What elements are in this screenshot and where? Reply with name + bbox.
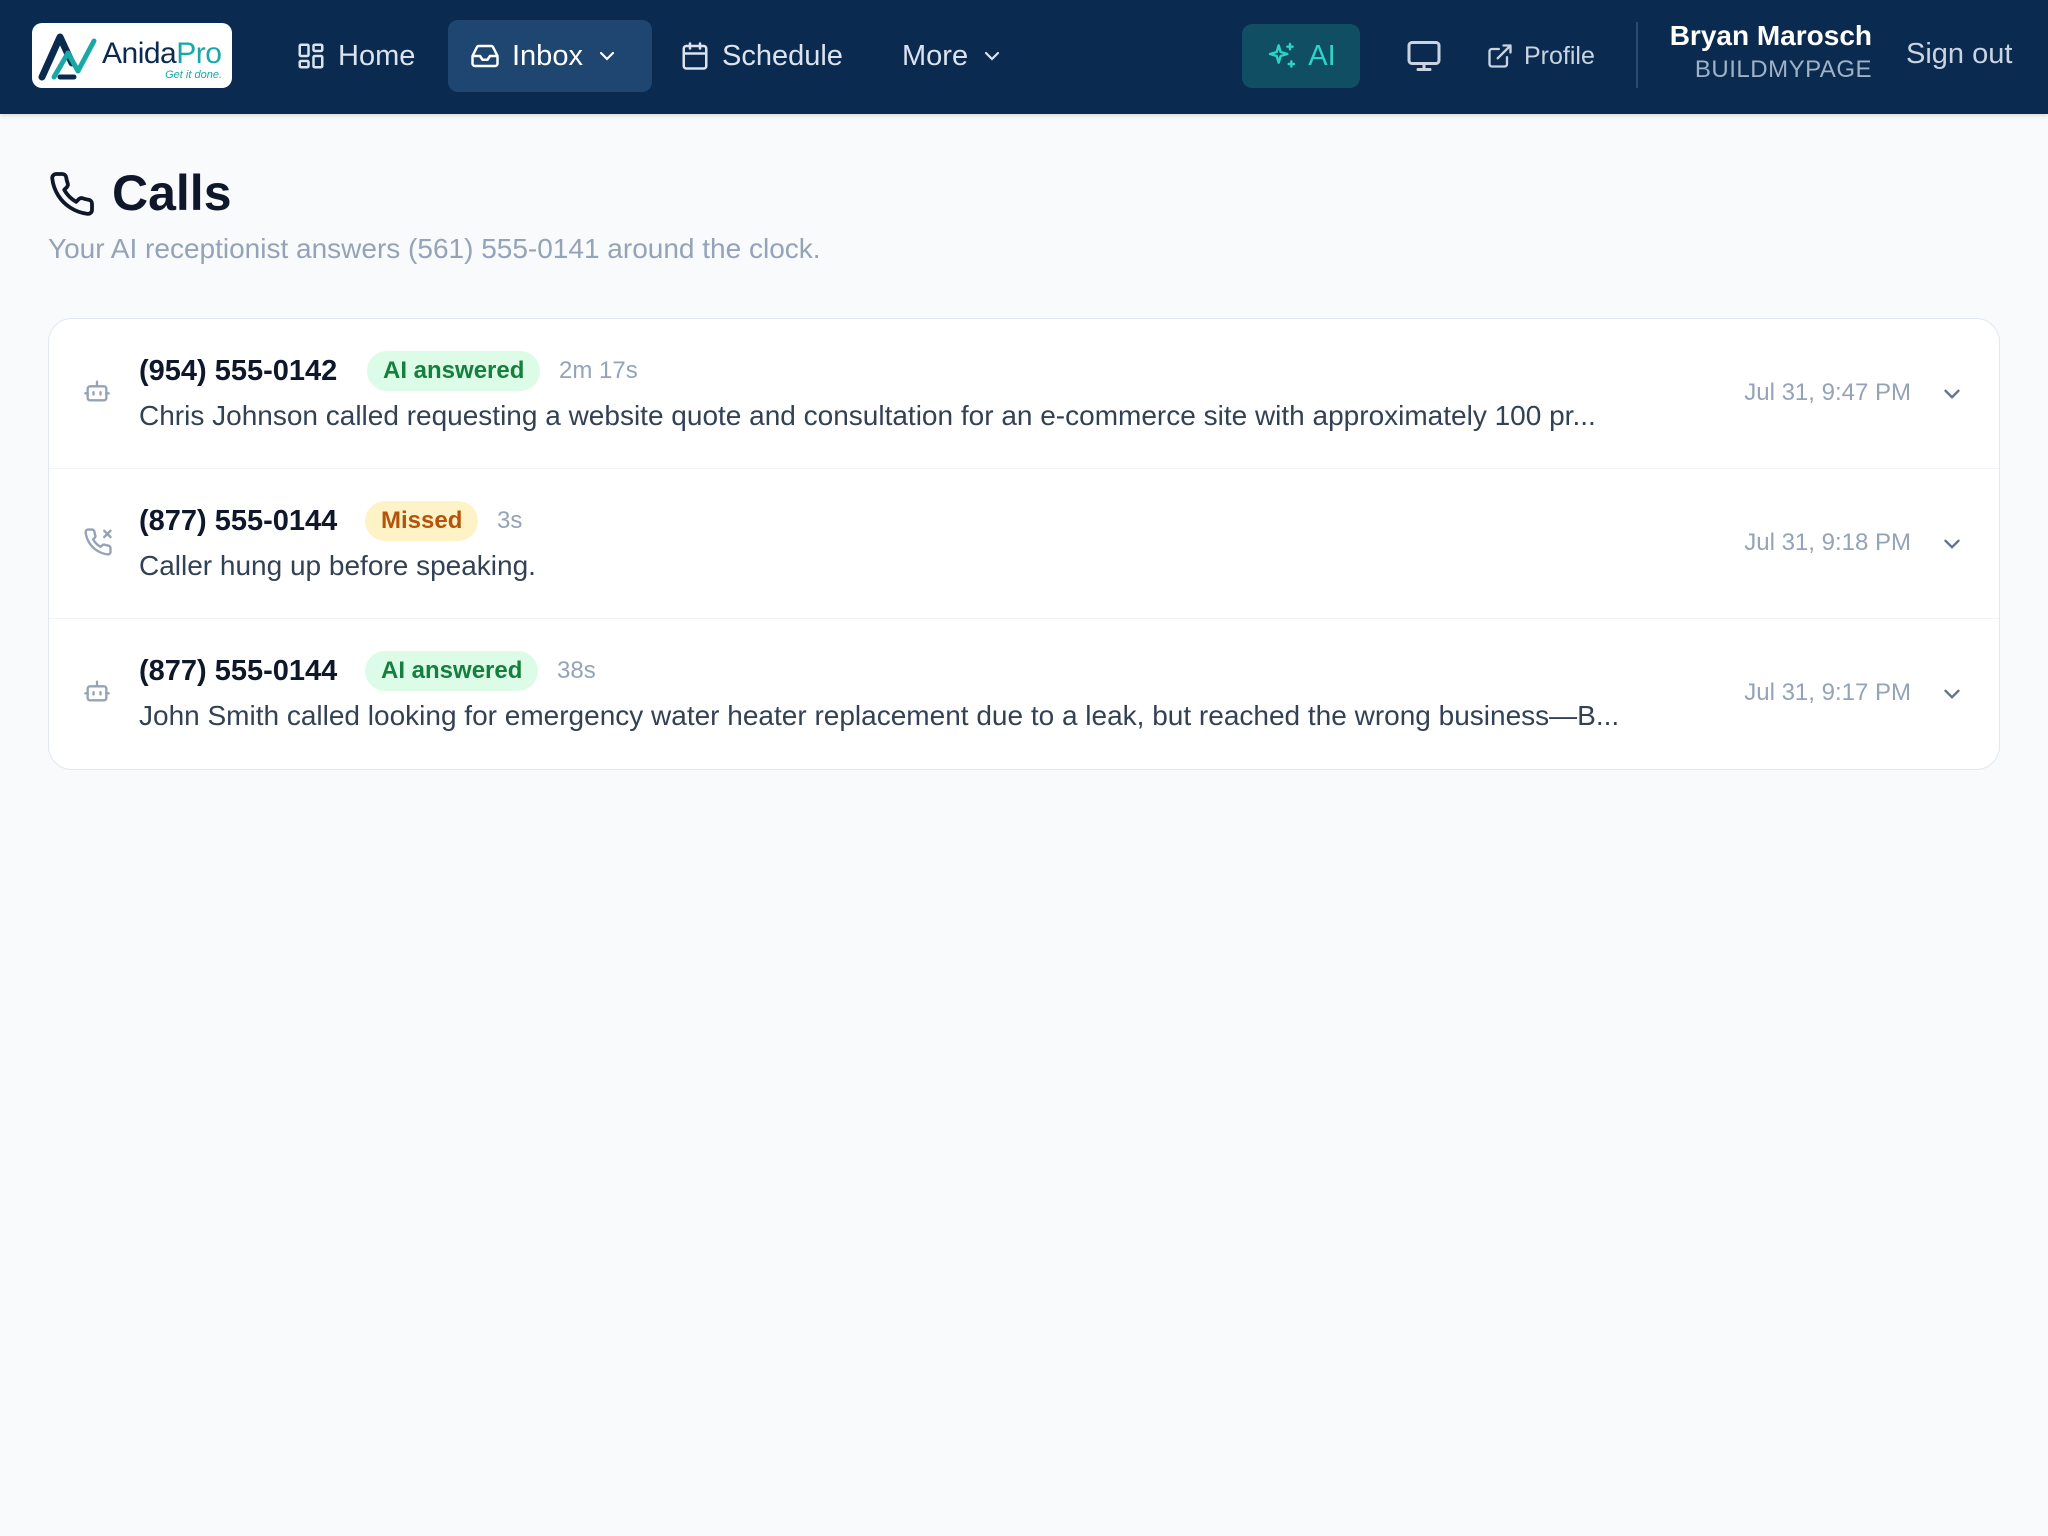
anidapro-logo[interactable]: AnidaPro Get it done. bbox=[32, 23, 232, 88]
ai-button[interactable]: AI bbox=[1242, 24, 1360, 88]
nav-home[interactable]: Home bbox=[296, 20, 415, 92]
nav-more-label: More bbox=[902, 39, 969, 72]
calendar-icon bbox=[682, 42, 708, 70]
call-time: Jul 31, 9:18 PM bbox=[1744, 529, 1911, 556]
call-time: Jul 31, 9:47 PM bbox=[1744, 379, 1911, 406]
external-link-icon bbox=[1488, 44, 1512, 68]
profile-link-label: Profile bbox=[1524, 41, 1595, 70]
call-row[interactable]: (954) 555-0142 AI answered 2m 17s Chris … bbox=[49, 319, 1999, 469]
call-duration: 2m 17s bbox=[559, 357, 638, 384]
call-row[interactable]: (877) 555-0144 AI answered 38s John Smit… bbox=[49, 619, 1999, 769]
monitor-button[interactable] bbox=[1406, 38, 1442, 79]
user-name: Bryan Marosch bbox=[1669, 20, 1872, 51]
expand-chevron-icon[interactable] bbox=[1939, 681, 1965, 712]
phone-missed-icon bbox=[83, 527, 113, 562]
call-row[interactable]: (877) 555-0144 Missed 3s Caller hung up … bbox=[49, 469, 1999, 619]
status-badge: Missed bbox=[365, 501, 479, 541]
logo-tagline: Get it done. bbox=[165, 69, 222, 81]
call-summary: John Smith called looking for emergency … bbox=[139, 700, 1620, 731]
status-badge: AI answered bbox=[367, 351, 541, 391]
nav-inbox-label: Inbox bbox=[512, 39, 583, 72]
nav-schedule-label: Schedule bbox=[722, 39, 843, 72]
nav-inbox[interactable]: Inbox bbox=[448, 20, 652, 92]
sparkles-icon bbox=[1269, 42, 1296, 68]
phone-icon bbox=[48, 170, 96, 223]
profile-link[interactable]: Profile bbox=[1486, 36, 1595, 76]
inbox-icon bbox=[471, 44, 499, 68]
logo-wordmark: AnidaPro bbox=[102, 37, 222, 71]
calls-list: (954) 555-0142 AI answered 2m 17s Chris … bbox=[48, 318, 2000, 770]
caller-phone: (954) 555-0142 bbox=[139, 355, 338, 387]
caller-phone: (877) 555-0144 bbox=[139, 505, 338, 537]
bot-icon bbox=[83, 677, 111, 710]
nav-schedule[interactable]: Schedule bbox=[680, 20, 843, 92]
top-navbar: AnidaPro Get it done. Home Inbox Schedul… bbox=[0, 0, 2048, 114]
page-subtitle: Your AI receptionist answers (561) 555-0… bbox=[48, 233, 821, 264]
ai-button-label: AI bbox=[1308, 39, 1336, 72]
logo-word-anida: Anida bbox=[102, 37, 177, 70]
nav-home-label: Home bbox=[338, 39, 416, 72]
logo-mark-icon bbox=[38, 33, 97, 81]
call-duration: 38s bbox=[557, 657, 596, 684]
expand-chevron-icon[interactable] bbox=[1939, 531, 1965, 562]
status-badge: AI answered bbox=[365, 651, 539, 691]
sign-out-button[interactable]: Sign out bbox=[1906, 38, 2012, 71]
page-title: Calls bbox=[112, 165, 232, 221]
call-time: Jul 31, 9:17 PM bbox=[1744, 679, 1911, 706]
bot-icon bbox=[83, 377, 111, 410]
monitor-icon bbox=[1407, 41, 1441, 71]
nav-divider bbox=[1636, 22, 1638, 88]
expand-chevron-icon[interactable] bbox=[1939, 381, 1965, 412]
call-summary: Chris Johnson called requesting a websit… bbox=[139, 400, 1596, 431]
chevron-down-icon bbox=[984, 51, 1000, 61]
user-organization: BUILDMYPAGE bbox=[1694, 56, 1872, 83]
nav-more[interactable]: More bbox=[902, 20, 1004, 92]
logo-word-pro: Pro bbox=[176, 37, 222, 70]
grid-icon bbox=[298, 43, 324, 69]
call-summary: Caller hung up before speaking. bbox=[139, 550, 536, 581]
call-duration: 3s bbox=[497, 507, 523, 534]
caller-phone: (877) 555-0144 bbox=[139, 655, 338, 687]
chevron-down-icon bbox=[599, 51, 615, 61]
